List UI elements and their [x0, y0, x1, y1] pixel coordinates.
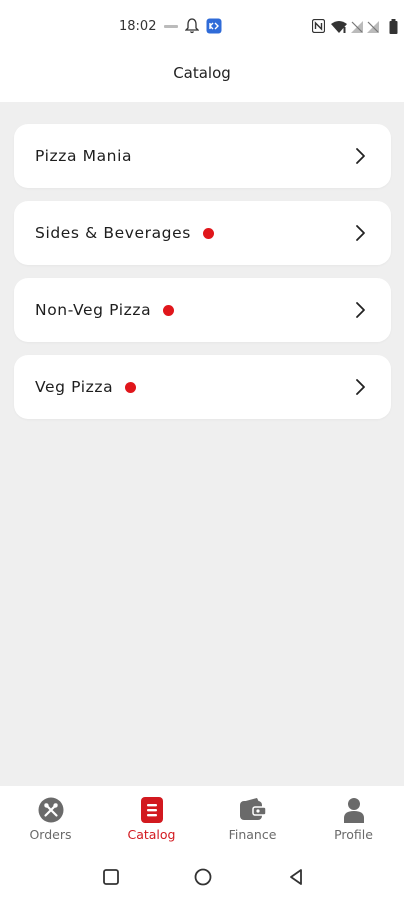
data-speed-icon	[162, 18, 180, 34]
wifi-icon	[330, 18, 348, 34]
chevron-right-icon	[356, 302, 365, 318]
new-indicator-dot	[202, 227, 214, 239]
nav-label-catalog: Catalog	[127, 827, 176, 842]
fork-knife-icon	[37, 796, 65, 824]
category-label: Pizza Mania	[35, 147, 133, 165]
nav-label-orders: Orders	[29, 827, 72, 842]
nfc-icon	[310, 18, 326, 34]
nav-item-catalog[interactable]: Catalog	[101, 786, 202, 850]
new-indicator-dot	[125, 381, 137, 393]
back-button[interactable]	[286, 867, 306, 887]
wallet-icon	[239, 796, 267, 824]
nav-label-profile: Profile	[334, 827, 373, 842]
catalog-list: Pizza Mania Sides & Beverages Non-Veg Pi…	[14, 124, 391, 432]
nav-item-orders[interactable]: Orders	[0, 786, 101, 850]
no-signal-icon	[350, 18, 364, 34]
chevron-right-icon	[356, 225, 365, 241]
menu-list-icon	[138, 796, 166, 824]
category-item-pizza-mania[interactable]: Pizza Mania	[14, 124, 391, 188]
status-time: 18:02	[119, 19, 157, 34]
system-nav-bar	[0, 850, 404, 900]
category-label: Sides & Beverages	[35, 224, 191, 242]
nav-item-profile[interactable]: Profile	[303, 786, 404, 850]
nav-label-finance: Finance	[228, 827, 277, 842]
bottom-nav: Orders Catalog Finance Profile	[0, 786, 404, 850]
page-title: Catalog	[173, 64, 231, 82]
home-button[interactable]	[193, 867, 213, 887]
chevron-right-icon	[356, 148, 365, 164]
battery-icon	[387, 18, 399, 34]
bell-icon	[184, 18, 200, 34]
no-signal-icon-2	[366, 18, 380, 34]
status-bar: 18:02	[0, 0, 404, 56]
app-header: Catalog	[0, 56, 404, 102]
person-icon	[340, 796, 368, 824]
category-item-sides-beverages[interactable]: Sides & Beverages	[14, 201, 391, 265]
app-notification-icon	[206, 18, 222, 34]
chevron-right-icon	[356, 379, 365, 395]
category-label: Veg Pizza	[35, 378, 114, 396]
nav-item-finance[interactable]: Finance	[202, 786, 303, 850]
category-item-non-veg-pizza[interactable]: Non-Veg Pizza	[14, 278, 391, 342]
category-label: Non-Veg Pizza	[35, 301, 152, 319]
recent-apps-button[interactable]	[101, 867, 121, 887]
new-indicator-dot	[163, 304, 175, 316]
category-item-veg-pizza[interactable]: Veg Pizza	[14, 355, 391, 419]
